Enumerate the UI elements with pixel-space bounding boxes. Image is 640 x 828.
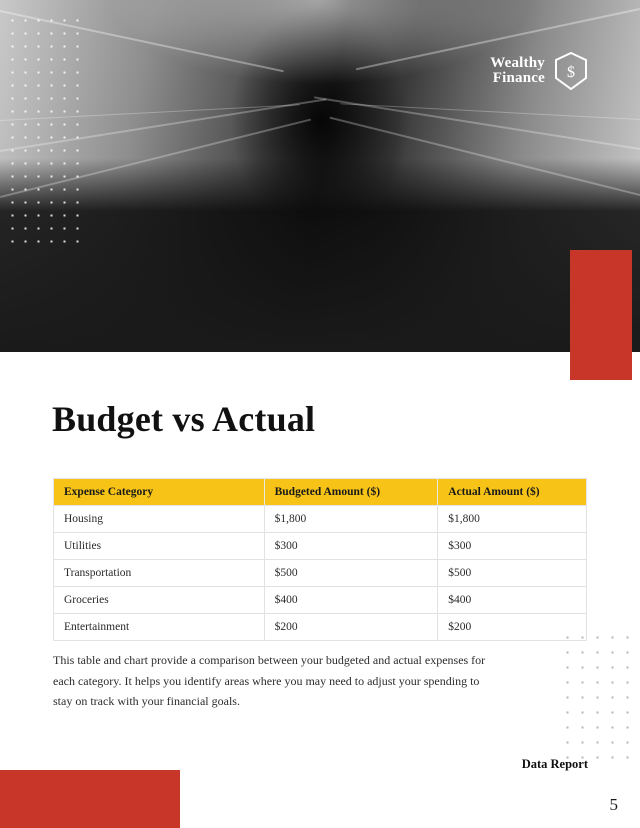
cell-actual: $400 xyxy=(437,586,587,614)
cell-category: Groceries xyxy=(53,586,265,614)
cell-actual: $300 xyxy=(437,532,587,560)
brand-line-1: Wealthy xyxy=(490,54,545,71)
column-header-category: Expense Category xyxy=(53,478,265,506)
red-accent-tab xyxy=(570,250,632,380)
table-row: Transportation $500 $500 xyxy=(53,559,587,587)
red-accent-footer-bar xyxy=(0,770,180,828)
dot-pattern-footer xyxy=(560,630,634,766)
cell-category: Transportation xyxy=(53,559,265,587)
dot-pattern-overlay xyxy=(6,14,80,244)
brand-logo-text: Wealthy Finance xyxy=(490,54,545,87)
page-title: Budget vs Actual xyxy=(52,399,316,439)
brand-logo: Wealthy Finance $ xyxy=(490,51,588,91)
brand-line-2: Finance xyxy=(492,70,545,86)
table-header-row: Expense Category Budgeted Amount ($) Act… xyxy=(53,478,587,506)
cell-actual: $500 xyxy=(437,559,587,587)
table-row: Groceries $400 $400 xyxy=(53,586,587,614)
cell-budgeted: $1,800 xyxy=(263,505,439,533)
footer-label: Data Report xyxy=(521,757,588,771)
cell-category: Utilities xyxy=(53,532,265,560)
dollar-badge-icon: $ xyxy=(554,51,588,91)
cell-category: Housing xyxy=(53,505,265,533)
table-row: Utilities $300 $300 xyxy=(53,532,587,560)
cell-category: Entertainment xyxy=(53,613,265,641)
column-header-budgeted: Budgeted Amount ($) xyxy=(263,478,439,506)
hero-image: Wealthy Finance $ xyxy=(0,0,640,352)
table-row: Entertainment $200 $200 xyxy=(53,613,587,641)
table-row: Housing $1,800 $1,800 xyxy=(53,505,587,533)
cell-budgeted: $300 xyxy=(263,532,439,560)
cell-budgeted: $200 xyxy=(263,613,439,641)
cell-actual: $1,800 xyxy=(437,505,587,533)
column-header-actual: Actual Amount ($) xyxy=(437,478,587,506)
svg-text:$: $ xyxy=(567,64,575,81)
budget-table: Expense Category Budgeted Amount ($) Act… xyxy=(53,478,587,641)
description-paragraph: This table and chart provide a compariso… xyxy=(53,653,486,708)
cell-budgeted: $400 xyxy=(263,586,439,614)
cell-budgeted: $500 xyxy=(263,559,439,587)
page-number: 5 xyxy=(609,795,619,814)
